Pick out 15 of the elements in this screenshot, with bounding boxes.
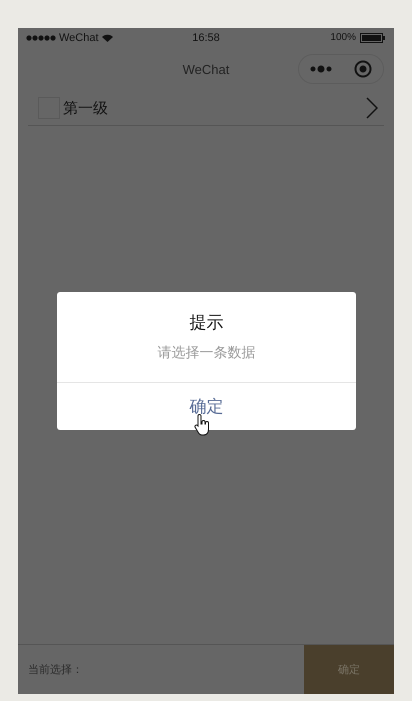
- list-item-label: 第一级: [63, 98, 109, 118]
- chevron-right-icon[interactable]: [366, 97, 378, 119]
- dialog-message: 请选择一条数据: [158, 344, 256, 362]
- wifi-icon: [102, 34, 113, 42]
- carrier-name: WeChat: [59, 32, 99, 44]
- more-icon[interactable]: [310, 65, 332, 73]
- current-selection-label: 当前选择：: [27, 663, 84, 677]
- battery-percent: 100%: [330, 32, 356, 43]
- signal-dots-icon: [26, 34, 56, 40]
- close-target-icon[interactable]: [354, 60, 372, 78]
- battery-icon: [360, 32, 386, 42]
- dialog-title: 提示: [190, 312, 224, 334]
- capsule-menu[interactable]: [298, 54, 384, 84]
- status-time: 16:58: [192, 32, 220, 44]
- nav-title: WeChat: [182, 62, 230, 76]
